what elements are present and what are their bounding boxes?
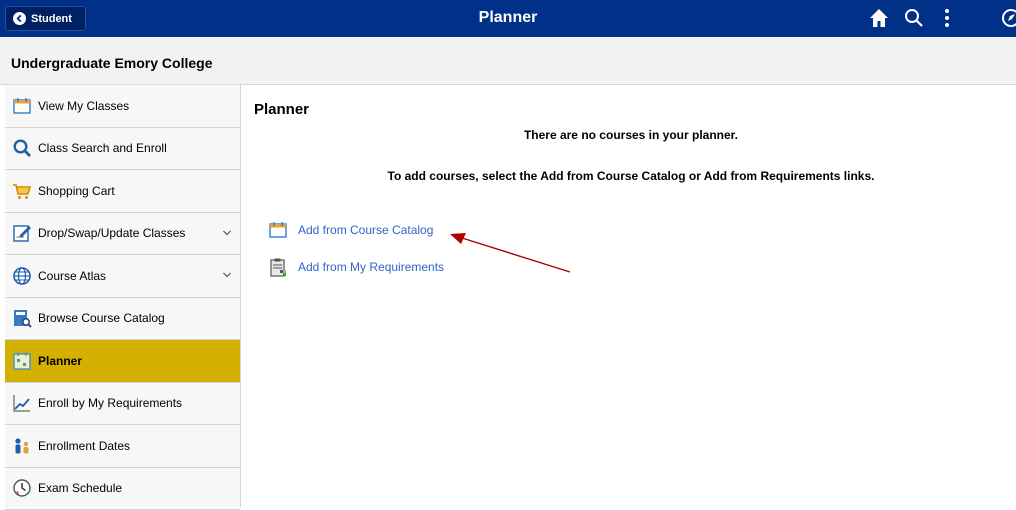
search-icon (12, 138, 32, 158)
home-icon[interactable] (868, 7, 890, 34)
chart-line-icon (12, 393, 32, 413)
chevron-down-icon[interactable] (222, 269, 232, 283)
sidebar-item-label: Drop/Swap/Update Classes (38, 226, 185, 240)
chevron-left-icon (13, 12, 26, 25)
sidebar-nav: View My Classes Class Search and Enroll … (5, 85, 241, 507)
navigator-icon[interactable] (1000, 7, 1016, 34)
globe-icon (12, 266, 32, 286)
sidebar-item-enroll-by-my-requirements[interactable]: Enroll by My Requirements (5, 383, 240, 426)
sidebar-item-label: Enroll by My Requirements (38, 396, 182, 410)
sidebar-item-browse-course-catalog[interactable]: Browse Course Catalog (5, 298, 240, 341)
sidebar-item-enrollment-dates[interactable]: Enrollment Dates (5, 425, 240, 468)
sidebar-item-view-my-classes[interactable]: View My Classes (5, 85, 240, 128)
page-header-title: Planner (0, 9, 1016, 27)
chevron-down-icon[interactable] (222, 227, 232, 241)
link-label: Add from My Requirements (298, 260, 444, 274)
sidebar-item-drop-swap-update[interactable]: Drop/Swap/Update Classes (5, 213, 240, 256)
college-name: Undergraduate Emory College (11, 55, 213, 71)
planner-icon (12, 351, 32, 371)
empty-planner-message: There are no courses in your planner. (254, 128, 1008, 142)
sidebar-item-shopping-cart[interactable]: Shopping Cart (5, 170, 240, 213)
sidebar-item-label: Class Search and Enroll (38, 141, 167, 155)
back-button-student[interactable]: Student (5, 6, 86, 31)
sidebar-item-label: Shopping Cart (38, 184, 115, 198)
sidebar-item-label: Exam Schedule (38, 481, 122, 495)
back-button-label: Student (31, 13, 72, 25)
sidebar-item-label: Planner (38, 354, 82, 368)
search-icon[interactable] (903, 7, 925, 34)
catalog-icon (12, 308, 32, 328)
sidebar-item-label: View My Classes (38, 99, 129, 113)
page-title: Planner (254, 101, 309, 118)
calendar-icon (268, 220, 288, 240)
main-content: Planner There are no courses in your pla… (254, 85, 1014, 507)
clock-icon (12, 478, 32, 498)
top-header-bar: Student Planner (0, 0, 1016, 37)
sidebar-item-exam-schedule[interactable]: Exam Schedule (5, 468, 240, 510)
add-from-my-requirements-link[interactable]: Add from My Requirements (268, 257, 444, 277)
add-from-course-catalog-link[interactable]: Add from Course Catalog (268, 220, 433, 240)
edit-form-icon (12, 223, 32, 243)
clipboard-icon (268, 257, 288, 277)
sidebar-item-label: Enrollment Dates (38, 439, 130, 453)
sidebar-item-planner[interactable]: Planner (5, 340, 240, 383)
more-vertical-icon[interactable] (936, 7, 958, 34)
cart-icon (12, 181, 32, 201)
instruction-message: To add courses, select the Add from Cour… (254, 169, 1008, 183)
calendar-icon (12, 96, 32, 116)
sidebar-item-label: Browse Course Catalog (38, 311, 165, 325)
link-label: Add from Course Catalog (298, 223, 433, 237)
college-subheader: Undergraduate Emory College (0, 37, 1016, 85)
sidebar-item-course-atlas[interactable]: Course Atlas (5, 255, 240, 298)
people-icon (12, 436, 32, 456)
sidebar-item-label: Course Atlas (38, 269, 106, 283)
sidebar-item-class-search-and-enroll[interactable]: Class Search and Enroll (5, 128, 240, 171)
